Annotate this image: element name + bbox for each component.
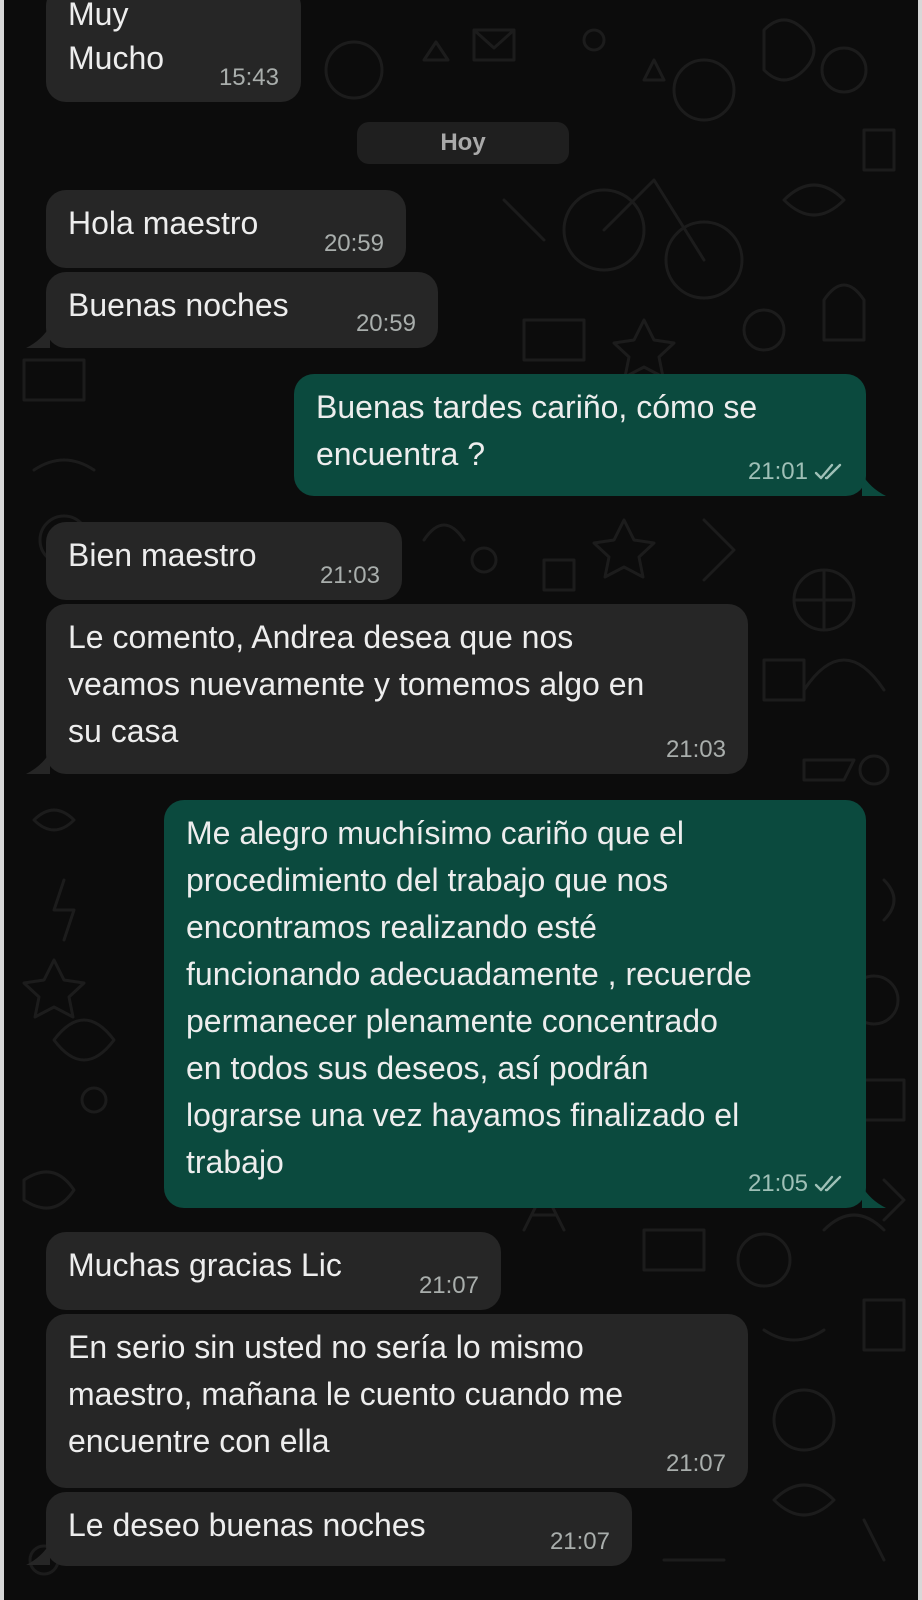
incoming-message-bubble[interactable]: Muchas gracias Lic 21:07	[46, 1232, 501, 1310]
message-meta: 21:07	[550, 1528, 610, 1556]
message-meta: 21:07	[419, 1272, 479, 1300]
incoming-message-bubble[interactable]: Le deseo buenas noches 21:07	[46, 1492, 632, 1566]
outgoing-message-bubble[interactable]: Me alegro muchísimo cariño que el proced…	[164, 800, 866, 1208]
outgoing-message-bubble[interactable]: Buenas tardes cariño, cómo se encuentra …	[294, 374, 866, 496]
chat-screen: Hoy Muy Mucho 15:43 Hola maestro 20:59 B…	[0, 0, 922, 1600]
incoming-message-bubble[interactable]: Muy Mucho 15:43	[46, 0, 301, 102]
message-meta: 21:01	[748, 458, 844, 486]
date-divider: Hoy	[357, 122, 569, 164]
message-meta: 20:59	[356, 310, 416, 338]
incoming-message-bubble[interactable]: En serio sin usted no sería lo mismo mae…	[46, 1314, 748, 1488]
message-meta: 21:03	[666, 736, 726, 764]
message-text: En serio sin usted no sería lo mismo mae…	[68, 1329, 623, 1459]
message-time: 21:07	[549, 1528, 610, 1555]
message-meta: 21:05	[748, 1170, 844, 1198]
incoming-message-bubble[interactable]: Le comento, Andrea desea que nos veamos …	[46, 604, 748, 774]
message-meta: 21:03	[320, 562, 380, 590]
incoming-message-bubble[interactable]: Bien maestro 21:03	[46, 522, 402, 600]
message-time: 21:03	[319, 562, 380, 589]
incoming-message-bubble[interactable]: Hola maestro 20:59	[46, 190, 406, 268]
message-time: 21:01	[747, 458, 808, 485]
message-text: Muchas gracias Lic	[68, 1247, 342, 1283]
message-text: Le comento, Andrea desea que nos veamos …	[68, 619, 645, 749]
message-meta: 15:43	[219, 64, 279, 92]
message-time: 20:59	[323, 230, 384, 257]
message-time: 21:07	[418, 1272, 479, 1299]
message-time: 20:59	[355, 310, 416, 337]
message-time: 21:03	[665, 736, 726, 763]
message-time: 15:43	[218, 64, 279, 91]
double-check-icon	[814, 1175, 842, 1192]
double-check-icon	[814, 463, 842, 480]
message-text: Me alegro muchísimo cariño que el proced…	[186, 815, 752, 1180]
incoming-message-bubble[interactable]: Buenas noches 20:59	[46, 272, 438, 348]
message-meta: 20:59	[324, 230, 384, 258]
message-time: 21:07	[665, 1450, 726, 1477]
message-meta: 21:07	[666, 1450, 726, 1478]
message-time: 21:05	[747, 1170, 808, 1197]
message-text: Le deseo buenas noches	[68, 1507, 426, 1543]
